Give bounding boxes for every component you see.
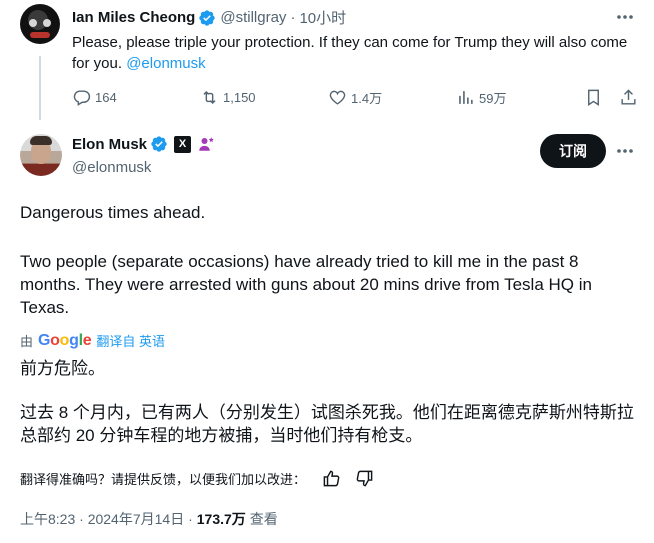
comment-icon bbox=[73, 90, 91, 106]
reply-author-name[interactable]: Ian Miles Cheong bbox=[72, 9, 195, 26]
feedback-prompt: 翻译得准确吗？请提供反馈，以便我们加以改进： bbox=[20, 472, 307, 487]
thumbs-down-icon[interactable] bbox=[355, 469, 374, 488]
tweet-text-paragraph-2: Two people (separate occasions) have alr… bbox=[20, 252, 592, 317]
separator-dot: · bbox=[290, 9, 296, 26]
main-author-handle[interactable]: @elonmusk bbox=[72, 159, 151, 176]
reply-button[interactable]: 164 bbox=[72, 88, 117, 107]
reply-action-bar: 164 1,150 1.4万 59万 bbox=[72, 88, 644, 110]
x-affiliation-badge-icon[interactable]: X bbox=[174, 135, 192, 153]
share-icon[interactable] bbox=[619, 88, 638, 107]
reply-author-handle[interactable]: @stillgray bbox=[220, 9, 286, 26]
tweet-timestamp[interactable]: 上午8:23 · 2024年7月14日 · bbox=[20, 509, 193, 529]
translation-feedback: 翻译得准确吗？请提供反馈，以便我们加以改进： bbox=[20, 469, 374, 488]
subscribe-button[interactable]: 订阅 bbox=[540, 134, 606, 168]
translation-attribution: 由 Google 翻译自 英语 bbox=[20, 331, 165, 350]
tweet-text-paragraph-1: Dangerous times ahead. bbox=[20, 203, 206, 222]
analytics-icon bbox=[459, 91, 473, 104]
avatar-elon[interactable] bbox=[20, 134, 62, 176]
reply-count: 164 bbox=[95, 90, 117, 105]
like-button[interactable]: 1.4万 bbox=[328, 88, 382, 107]
repost-button[interactable]: 1,150 bbox=[200, 88, 256, 107]
reply-timestamp[interactable]: 10小时 bbox=[299, 7, 346, 28]
reply-header: Ian Miles Cheong @stillgray · 10小时 bbox=[72, 7, 346, 28]
reply-text: Please, please triple your protection. I… bbox=[72, 32, 632, 74]
more-options-icon[interactable] bbox=[614, 142, 636, 160]
main-author-name[interactable]: Elon Musk bbox=[72, 136, 147, 153]
avatar-ian[interactable] bbox=[20, 4, 60, 44]
main-header: Elon Musk X bbox=[72, 135, 215, 153]
verified-badge-icon bbox=[199, 9, 216, 26]
tweet-views-count: 173.7万 bbox=[196, 511, 246, 527]
translated-from-link[interactable]: 翻译自 英语 bbox=[96, 331, 165, 350]
tweet-metadata: 上午8:23 · 2024年7月14日 · 173.7万 查看 bbox=[20, 509, 278, 529]
verified-badge-icon bbox=[151, 136, 167, 152]
repost-count: 1,150 bbox=[223, 90, 256, 105]
more-options-icon[interactable] bbox=[614, 8, 636, 26]
mention-link[interactable]: @elonmusk bbox=[126, 55, 205, 72]
views-count: 59万 bbox=[479, 91, 507, 106]
repost-icon bbox=[203, 90, 216, 105]
translated-paragraph-2: 过去 8 个月内，已有两人（分别发生）试图杀死我。他们在距离德克萨斯州特斯拉总部… bbox=[20, 403, 634, 445]
google-logo: Google bbox=[38, 331, 92, 349]
like-count: 1.4万 bbox=[351, 91, 383, 106]
views-button[interactable]: 59万 bbox=[456, 88, 506, 107]
translated-by-prefix: 由 bbox=[20, 334, 34, 349]
heart-icon bbox=[329, 90, 346, 105]
reply-tweet[interactable]: Ian Miles Cheong @stillgray · 10小时 Pleas… bbox=[0, 0, 654, 125]
government-affiliation-icon[interactable] bbox=[197, 135, 215, 153]
thumbs-up-icon[interactable] bbox=[322, 469, 341, 488]
translated-paragraph-1: 前方危险。 bbox=[20, 359, 105, 378]
tweet-views-label: 查看 bbox=[249, 511, 278, 527]
bookmark-icon[interactable] bbox=[584, 88, 603, 107]
